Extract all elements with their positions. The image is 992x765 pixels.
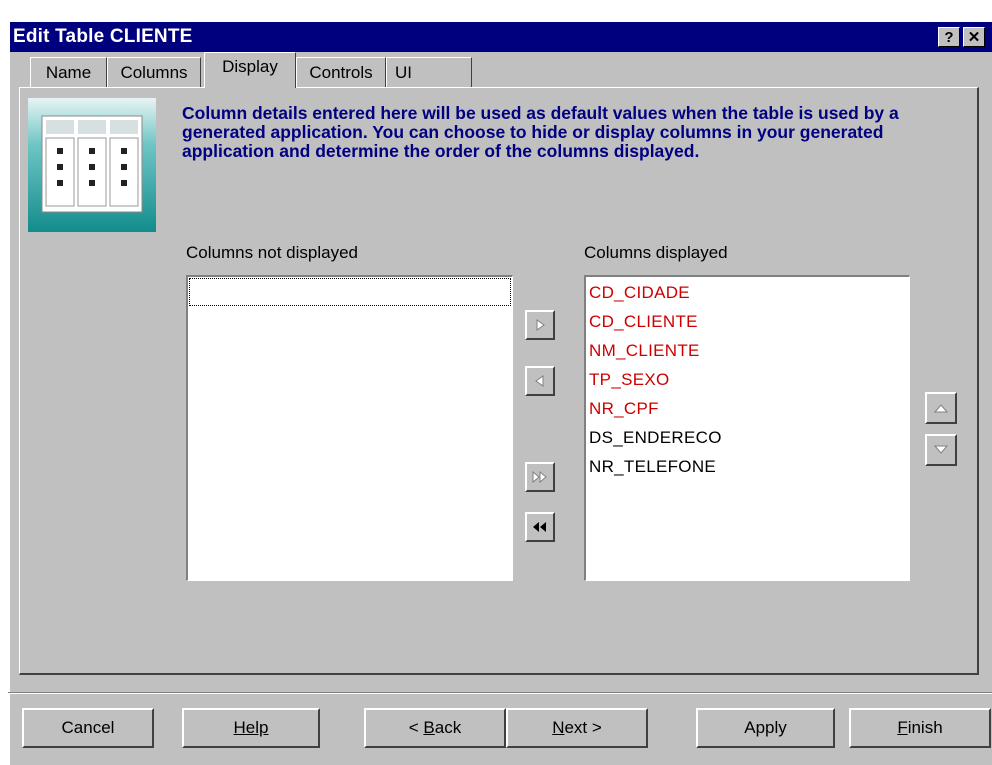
- list-item[interactable]: TP_SEXO: [586, 365, 909, 394]
- help-button-label: Help: [233, 718, 269, 737]
- columns-displayed-list[interactable]: CD_CIDADE CD_CLIENTE NM_CLIENTE TP_SEXO NR_C…: [584, 275, 910, 581]
- tab-name[interactable]: Name: [30, 57, 107, 87]
- tab-display[interactable]: Display: [204, 52, 296, 88]
- columns-displayed-label: Columns displayed: [584, 243, 728, 262]
- move-up-button[interactable]: [925, 392, 957, 424]
- list-item[interactable]: NR_TELEFONE: [586, 452, 909, 481]
- tab-controls[interactable]: Controls: [296, 57, 386, 87]
- description-text: Column details entered here will be used…: [182, 103, 899, 161]
- list-item[interactable]: CD_CIDADE: [586, 278, 909, 307]
- tab-ui[interactable]: UI: [386, 57, 472, 87]
- help-title-button[interactable]: ?: [938, 27, 960, 47]
- apply-button[interactable]: Apply: [696, 708, 835, 748]
- move-right-icon: [536, 319, 545, 331]
- move-all-left-button[interactable]: [525, 512, 555, 542]
- back-button[interactable]: < Back: [364, 708, 506, 748]
- cancel-button[interactable]: Cancel: [22, 708, 154, 748]
- columns-not-displayed-label: Columns not displayed: [186, 243, 358, 262]
- list-item[interactable]: NM_CLIENTE: [586, 336, 909, 365]
- tab-columns[interactable]: Columns: [107, 57, 201, 87]
- move-left-button[interactable]: [525, 366, 555, 396]
- move-right-button[interactable]: [525, 310, 555, 340]
- move-all-right-icon: [532, 470, 547, 484]
- columns-not-displayed-list[interactable]: [186, 275, 513, 581]
- move-all-right-button[interactable]: [525, 462, 555, 492]
- list-item[interactable]: NR_CPF: [586, 394, 909, 423]
- list-item[interactable]: DS_ENDERECO: [586, 423, 909, 452]
- separator-light: [8, 693, 992, 694]
- move-left-icon: [535, 375, 544, 387]
- table-icon: [28, 98, 156, 232]
- move-down-icon: [934, 445, 948, 454]
- close-button[interactable]: ✕: [963, 27, 985, 47]
- title-bar: Edit Table CLIENTE ? ✕: [10, 22, 992, 52]
- move-down-button[interactable]: [925, 434, 957, 466]
- list-item[interactable]: CD_CLIENTE: [586, 307, 909, 336]
- move-up-icon: [934, 404, 948, 413]
- help-button[interactable]: Help: [182, 708, 320, 748]
- move-all-left-icon: [533, 522, 546, 532]
- list-focus-row: [189, 278, 511, 306]
- finish-button[interactable]: Finish: [849, 708, 991, 748]
- window-title: Edit Table CLIENTE: [13, 26, 193, 47]
- next-button[interactable]: Next >: [506, 708, 648, 748]
